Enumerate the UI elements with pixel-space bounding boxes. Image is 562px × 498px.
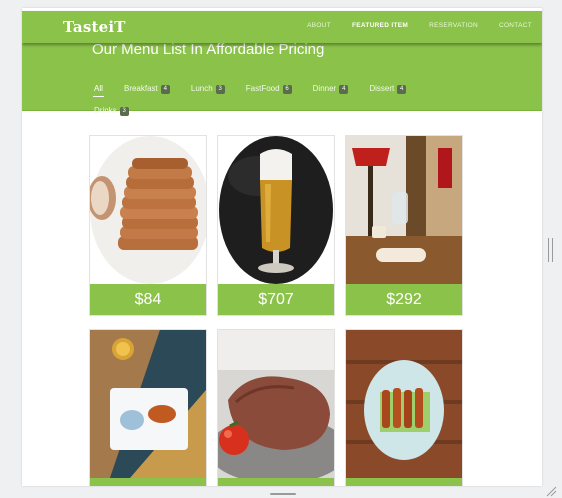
- count-badge: 4: [339, 85, 349, 94]
- scrollbar-grip[interactable]: [548, 238, 553, 262]
- menu-card-steak[interactable]: [217, 329, 335, 486]
- price-label: $292: [346, 284, 462, 315]
- count-badge: 6: [282, 85, 292, 94]
- beer-image: [218, 136, 334, 284]
- brand-logo[interactable]: TasteiT: [63, 18, 126, 36]
- nav-link-featured-item[interactable]: FEATURED ITEM: [352, 22, 408, 29]
- nav-link-reservation[interactable]: RESERVATION: [429, 22, 478, 29]
- steak-image: [218, 330, 334, 478]
- filter-label: Dinner: [312, 84, 337, 93]
- filter-label: Breakfast: [123, 84, 158, 93]
- menu-filters: All Breakfast 4 Lunch 3 FastFood 6 Dinner 4 …: [93, 76, 454, 120]
- bread-image: [90, 136, 206, 284]
- nav-link-contact[interactable]: CONTACT: [499, 22, 532, 29]
- grilled-dish-image: [90, 330, 206, 478]
- resize-handle-icon[interactable]: [545, 485, 557, 497]
- menu-card-beer[interactable]: $707: [217, 135, 335, 316]
- bottom-drag-handle[interactable]: [270, 493, 296, 495]
- count-badge: 3: [119, 107, 129, 116]
- filter-label: Drinks: [94, 106, 117, 115]
- restaurant-table-image: [346, 136, 462, 284]
- filter-lunch[interactable]: Lunch 3: [191, 79, 225, 98]
- filter-dissert[interactable]: Dissert 4: [369, 79, 407, 98]
- count-badge: 4: [397, 85, 407, 94]
- filter-dinner[interactable]: Dinner 4: [313, 79, 349, 98]
- menu-title: Our Menu List In Affordable Pricing: [92, 41, 325, 58]
- filter-label: Lunch: [190, 84, 213, 93]
- filter-all[interactable]: All: [93, 79, 104, 98]
- filter-label: Dissert: [369, 84, 395, 93]
- menu-hero: Our Menu List In Affordable Pricing All …: [22, 38, 542, 116]
- filter-label: FastFood: [245, 84, 280, 93]
- count-badge: 4: [160, 85, 170, 94]
- price-label: [90, 478, 206, 486]
- kebab-plate-image: [346, 330, 462, 478]
- menu-card-grilled-dish[interactable]: [89, 329, 207, 486]
- filter-breakfast[interactable]: Breakfast 4: [124, 79, 170, 98]
- price-label: [346, 478, 462, 486]
- menu-card-bread[interactable]: $84: [89, 135, 207, 316]
- menu-card-table[interactable]: $292: [345, 135, 463, 316]
- price-label: $84: [90, 284, 206, 315]
- menu-card-kebab[interactable]: [345, 329, 463, 486]
- filter-label: All: [94, 84, 103, 93]
- price-label: [218, 478, 334, 486]
- count-badge: 3: [215, 85, 225, 94]
- filter-fastfood[interactable]: FastFood 6: [246, 79, 292, 98]
- nav-links: ABOUT FEATURED ITEM RESERVATION CONTACT: [286, 22, 532, 29]
- browser-viewport: TasteiT ABOUT FEATURED ITEM RESERVATION …: [22, 8, 542, 486]
- top-navbar: TasteiT ABOUT FEATURED ITEM RESERVATION …: [22, 11, 542, 43]
- filter-drinks[interactable]: Drinks 3: [94, 101, 129, 120]
- price-label: $707: [218, 284, 334, 315]
- nav-link-about[interactable]: ABOUT: [307, 22, 331, 29]
